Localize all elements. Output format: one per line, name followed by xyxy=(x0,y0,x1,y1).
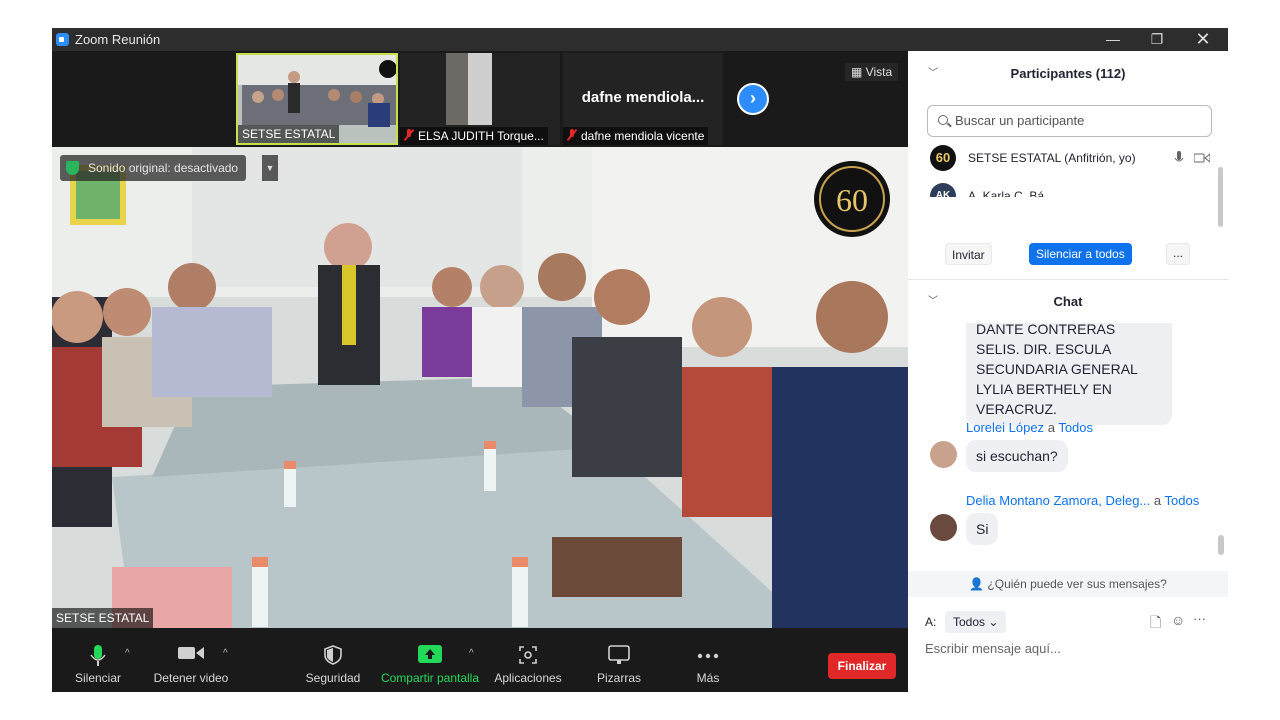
participant-row[interactable]: 60 SETSE ESTATAL (Anfitrión, yo) xyxy=(928,145,1218,173)
chevron-down-icon[interactable]: ﹀ xyxy=(928,54,938,94)
invite-button[interactable]: Invitar xyxy=(945,243,992,265)
zoom-logo-icon xyxy=(56,33,69,46)
divider xyxy=(908,279,1228,280)
apps-icon xyxy=(519,646,537,664)
avatar: AK xyxy=(930,183,956,197)
chat-messages: DANTE CONTRERAS SELIS. DIR. ESCULA SECUN… xyxy=(908,323,1218,571)
restore-icon[interactable]: ❐ xyxy=(1142,30,1172,49)
main-video-name: SETSE ESTATAL xyxy=(52,608,154,628)
muted-mic-icon xyxy=(404,129,414,141)
mute-button[interactable]: Silenciar xyxy=(68,628,128,692)
side-panel: ﹀ Participantes (112) Buscar un particip… xyxy=(908,51,1228,692)
chat-scrollbar[interactable] xyxy=(1218,535,1224,555)
participant-list: 60 SETSE ESTATAL (Anfitrión, yo) AK A. K… xyxy=(908,143,1228,197)
security-button[interactable]: Seguridad xyxy=(302,628,364,692)
shield-icon xyxy=(324,645,342,665)
meeting-toolbar: Silenciar ^ Detener video ^ Seguridad Co… xyxy=(52,628,908,692)
grid-icon: ▦ xyxy=(851,65,866,79)
chevron-down-icon: ⌄ xyxy=(988,615,999,629)
more-button[interactable]: Más xyxy=(688,628,728,692)
original-sound-menu-caret[interactable]: ▼ xyxy=(262,155,278,181)
chat-header: ﹀ Chat xyxy=(908,282,1228,322)
avatar: 60 xyxy=(930,145,956,171)
share-screen-button[interactable]: Compartir pantalla xyxy=(380,628,480,692)
close-icon[interactable]: ✕ xyxy=(1188,30,1218,49)
thumbnail-strip: SETSE ESTATAL ELSA JUDITH Torque... dafn… xyxy=(52,51,908,147)
thumbnail-name: ELSA JUDITH Torque... xyxy=(400,127,548,145)
chat-message-bubble: si escuchan? xyxy=(966,440,1068,472)
end-meeting-button[interactable]: Finalizar xyxy=(828,653,896,679)
avatar xyxy=(930,441,957,468)
view-button[interactable]: ▦ Vista xyxy=(845,63,899,81)
chat-message-input[interactable]: Escribir mensaje aquí... xyxy=(925,641,1215,656)
stop-video-button[interactable]: Detener video xyxy=(150,628,232,692)
original-sound-toggle[interactable]: Sonido original: desactivado xyxy=(60,155,247,181)
participant-row[interactable]: AK A. Karla C. Bá... xyxy=(928,183,1218,197)
to-label: A: xyxy=(925,615,937,629)
main-video: 60 Sonido original: desactivado ▼ SETSE … xyxy=(52,147,908,628)
emoji-icon[interactable]: ☺ xyxy=(1171,612,1185,628)
minimize-icon[interactable]: — xyxy=(1098,30,1128,49)
meeting-room-video: 60 xyxy=(52,147,908,628)
participants-scrollbar[interactable] xyxy=(1218,167,1223,227)
whiteboard-icon xyxy=(608,645,630,664)
video-options-caret[interactable]: ^ xyxy=(223,648,228,659)
title-bar: Zoom Reunión — ❐ ✕ xyxy=(52,28,1228,51)
zoom-window: Zoom Reunión — ❐ ✕ SETSE ESTATAL ELSA JU… xyxy=(52,28,1228,692)
chat-message-bubble: DANTE CONTRERAS SELIS. DIR. ESCULA SECUN… xyxy=(966,323,1172,425)
chat-sender: Lorelei López a Todos xyxy=(966,420,1094,435)
participants-more-button[interactable]: ... xyxy=(1166,243,1190,265)
thumbnail-display-name: dafne mendiola... xyxy=(581,89,705,106)
chat-message-bubble: Si xyxy=(966,513,999,545)
chat-recipient-row: A: Todos ⌄ 🗋 ☺ ··· xyxy=(925,611,1215,633)
share-screen-icon xyxy=(418,645,442,663)
window-title: Zoom Reunión xyxy=(75,32,161,47)
who-can-see-messages[interactable]: 👤 ¿Quién puede ver sus mensajes? xyxy=(908,571,1228,597)
recipient-select[interactable]: Todos ⌄ xyxy=(945,611,1007,633)
mute-all-button[interactable]: Silenciar a todos xyxy=(1029,243,1132,265)
person-icon: 👤 xyxy=(969,577,985,591)
video-camera-icon xyxy=(178,647,204,659)
muted-mic-icon xyxy=(567,129,577,141)
thumbnail-dafne[interactable]: dafne mendiola... dafne mendiola vicente xyxy=(563,53,723,145)
file-icon[interactable]: 🗋 xyxy=(1150,612,1161,636)
more-dots-icon xyxy=(697,653,719,659)
thumbnail-name: SETSE ESTATAL xyxy=(238,125,340,143)
microphone-icon[interactable] xyxy=(1174,151,1184,165)
whiteboards-button[interactable]: Pizarras xyxy=(590,628,648,692)
apps-button[interactable]: Aplicaciones xyxy=(492,628,564,692)
share-options-caret[interactable]: ^ xyxy=(469,648,474,659)
participants-header: ﹀ Participantes (112) xyxy=(908,54,1228,94)
search-icon xyxy=(938,115,948,125)
audio-options-caret[interactable]: ^ xyxy=(125,648,130,659)
microphone-icon xyxy=(90,645,106,666)
chevron-down-icon[interactable]: ﹀ xyxy=(928,282,938,322)
thumbnail-setse[interactable]: SETSE ESTATAL xyxy=(236,53,398,145)
chat-sender: Delia Montano Zamora, Deleg... a Todos xyxy=(966,493,1200,508)
more-icon[interactable]: ··· xyxy=(1193,611,1206,626)
thumbnail-name: dafne mendiola vicente xyxy=(563,127,709,145)
svg-text:60: 60 xyxy=(836,182,868,218)
video-camera-icon[interactable] xyxy=(1194,153,1210,163)
video-area: SETSE ESTATAL ELSA JUDITH Torque... dafn… xyxy=(52,51,908,628)
shield-check-icon xyxy=(66,161,79,175)
next-page-button[interactable]: › xyxy=(737,83,769,115)
avatar xyxy=(930,514,957,541)
thumbnail-elsa[interactable]: ELSA JUDITH Torque... xyxy=(400,53,560,145)
participant-search-input[interactable]: Buscar un participante xyxy=(927,105,1212,137)
